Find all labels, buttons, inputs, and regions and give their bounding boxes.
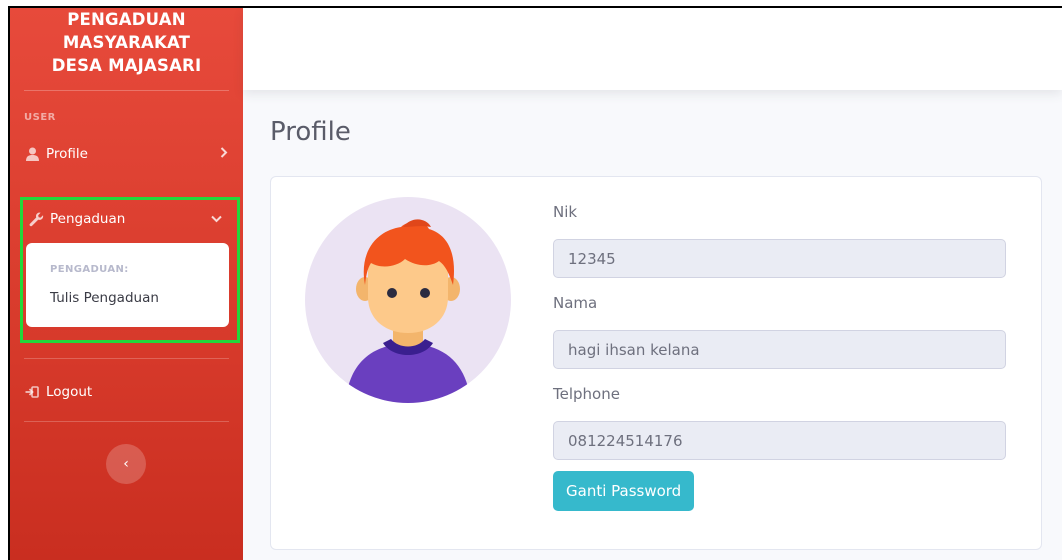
- nama-field[interactable]: [553, 330, 1006, 369]
- sidebar-divider: [24, 358, 229, 359]
- sign-out-icon: [24, 384, 40, 400]
- avatar: [305, 197, 511, 403]
- telphone-field[interactable]: [553, 421, 1006, 460]
- sidebar-item-pengaduan[interactable]: Pengaduan: [28, 204, 228, 234]
- sidebar-item-label: Logout: [46, 384, 93, 400]
- sidebar-section-label: USER: [24, 112, 56, 123]
- nik-field[interactable]: [553, 239, 1006, 278]
- wrench-icon: [28, 211, 44, 227]
- brand-line-3: DESA MAJASARI: [51, 56, 202, 75]
- sidebar-brand[interactable]: PENGADUAN MASYARAKAT DESA MAJASARI: [10, 8, 243, 90]
- profile-card: Nik Nama Telphone Ganti Password: [270, 176, 1042, 550]
- pengaduan-submenu: PENGADUAN: Tulis Pengaduan: [26, 243, 229, 327]
- sidebar-item-logout[interactable]: Logout: [24, 377, 228, 407]
- brand-line-2: MASYARAKAT: [62, 33, 191, 52]
- sidebar: PENGADUAN MASYARAKAT DESA MAJASARI USER …: [10, 8, 243, 560]
- ganti-password-button[interactable]: Ganti Password: [553, 471, 695, 511]
- chevron-down-icon: [211, 212, 222, 226]
- sidebar-toggle-button[interactable]: ‹: [106, 444, 146, 484]
- brand-line-1: PENGADUAN: [67, 10, 186, 29]
- user-icon: [24, 146, 40, 162]
- sidebar-item-label: Pengaduan: [50, 211, 126, 227]
- sidebar-item-profile[interactable]: Profile: [24, 139, 228, 169]
- topbar: [243, 8, 1062, 90]
- chevron-left-icon: ‹: [123, 456, 129, 472]
- sidebar-item-label: Profile: [46, 146, 88, 162]
- page-title: Profile: [270, 117, 351, 147]
- submenu-header: PENGADUAN:: [50, 264, 129, 275]
- sidebar-divider: [24, 421, 229, 422]
- app-window: PENGADUAN MASYARAKAT DESA MAJASARI USER …: [8, 6, 1062, 560]
- submenu-item-tulis-pengaduan[interactable]: Tulis Pengaduan: [50, 290, 159, 306]
- chevron-right-icon: [220, 147, 228, 161]
- telphone-label: Telphone: [553, 385, 620, 403]
- nama-label: Nama: [553, 294, 598, 312]
- avatar-illustration: [345, 219, 471, 403]
- nik-label: Nik: [553, 203, 578, 221]
- brand-divider: [24, 90, 229, 91]
